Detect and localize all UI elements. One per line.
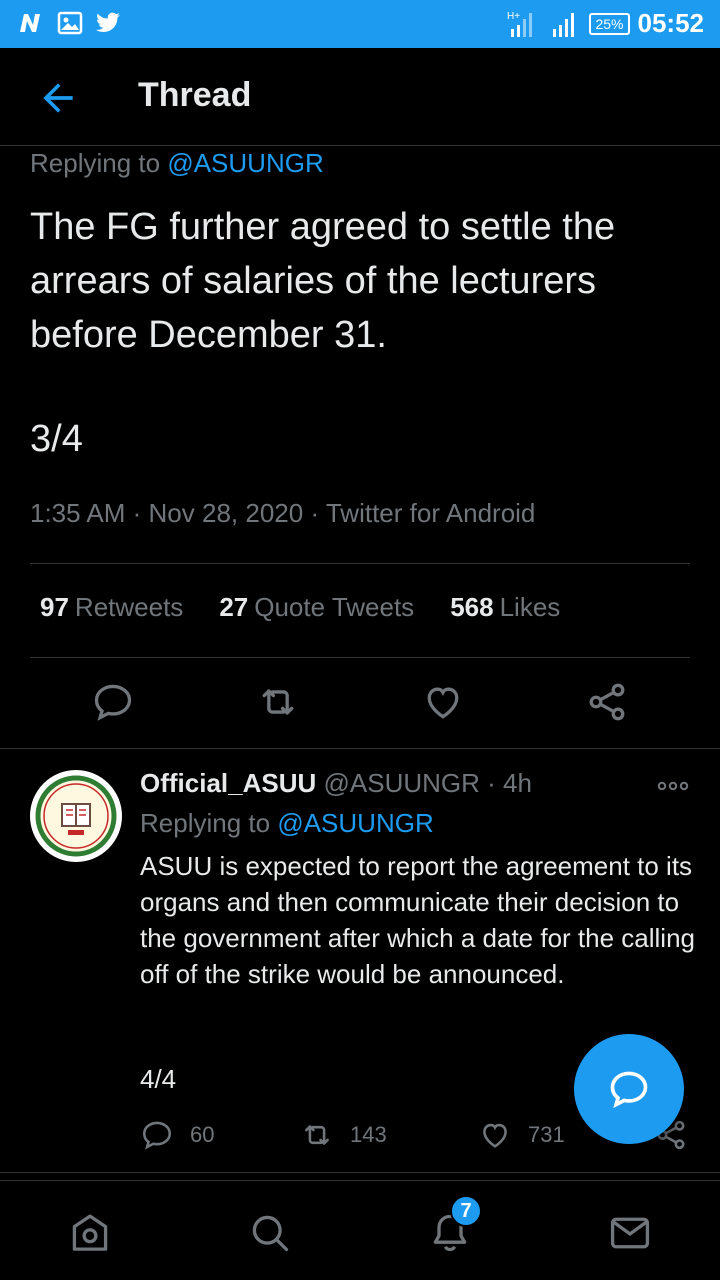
replying-to-line: Replying to @ASUUNGR (30, 148, 324, 179)
tweet-age: 4h (503, 768, 532, 798)
thread-index: 4/4 (140, 1064, 177, 1094)
like-heart-icon[interactable] (421, 680, 465, 724)
clock: 05:52 (637, 8, 705, 38)
battery-indicator: 25% (589, 12, 630, 35)
quote-tweets-stat[interactable]: 27 Quote Tweets (219, 592, 414, 623)
quotes-label: Quote Tweets (254, 592, 415, 622)
retweet-action[interactable]: 143 (300, 1118, 387, 1152)
reply-icon (142, 1121, 172, 1150)
tweet-time[interactable]: 1:35 AM (30, 498, 125, 528)
compose-reply-button[interactable] (574, 1034, 684, 1144)
tweet-actions (0, 680, 720, 730)
replying-prefix: Replying to (140, 808, 271, 838)
notifications-badge: 7 (450, 1195, 482, 1227)
divider (0, 748, 720, 749)
author-handle[interactable]: @ASUUNGR (324, 768, 480, 798)
compose-bubble-icon (610, 1071, 648, 1109)
likes-stat[interactable]: 568 Likes (450, 592, 560, 623)
reply-header: Official_ASUU @ASUUNGR · 4h (140, 768, 532, 799)
bottom-nav: 7 (0, 1180, 720, 1280)
like-heart-icon (483, 1123, 507, 1148)
replying-handle-link[interactable]: @ASUUNGR (277, 808, 433, 838)
replying-prefix: Replying to (30, 148, 161, 178)
reply-tweet-text: ASUU is expected to report the agreement… (140, 851, 695, 989)
status-bar-left (16, 10, 122, 36)
thread-index: 3/4 (30, 418, 83, 460)
likes-count: 568 (450, 592, 494, 622)
divider (0, 1172, 720, 1173)
image-icon (57, 11, 83, 35)
meta-separator: · (310, 498, 326, 528)
reply-icon[interactable] (91, 680, 135, 724)
retweets-stat[interactable]: 97 Retweets (40, 592, 183, 623)
tweet-date[interactable]: Nov 28, 2020 (149, 498, 304, 528)
page-title: Thread (138, 76, 252, 114)
status-bar: H+ 25% 05:52 (0, 0, 720, 48)
more-options-icon[interactable] (656, 776, 690, 796)
replying-to-line: Replying to @ASUUNGR (140, 808, 434, 839)
tweet-text: The FG further agreed to settle the arre… (30, 206, 616, 356)
signal-icon-2 (553, 12, 575, 37)
reply-count: 60 (190, 1122, 215, 1147)
like-count: 731 (528, 1122, 565, 1147)
tweet-meta: 1:35 AM · Nov 28, 2020 · Twitter for And… (30, 498, 535, 529)
divider (30, 657, 690, 658)
home-icon[interactable] (68, 1211, 112, 1255)
retweets-label: Retweets (74, 592, 184, 622)
asuu-logo-icon (32, 772, 120, 860)
svg-text:H+: H+ (507, 11, 520, 22)
twitter-bird-icon (96, 12, 120, 32)
likes-label: Likes (499, 592, 561, 622)
messages-envelope-icon[interactable] (608, 1211, 652, 1255)
retweet-count: 143 (350, 1122, 387, 1147)
avatar[interactable] (30, 770, 122, 862)
share-icon[interactable] (585, 680, 629, 724)
tweet-stats: 97 Retweets 27 Quote Tweets 568 Likes (40, 592, 560, 623)
like-action[interactable]: 731 (478, 1118, 565, 1152)
quotes-count: 27 (219, 592, 249, 622)
replying-handle-link[interactable]: @ASUUNGR (167, 148, 323, 178)
retweet-icon (305, 1125, 329, 1145)
divider (30, 563, 690, 564)
status-bar-right: H+ 25% 05:52 (507, 8, 704, 39)
tweet-source[interactable]: Twitter for Android (326, 498, 536, 528)
retweet-icon[interactable] (256, 680, 300, 724)
search-icon[interactable] (248, 1211, 292, 1255)
reply-action[interactable]: 60 (140, 1118, 214, 1152)
thread-header: Thread (0, 48, 720, 146)
meta-separator: · (487, 768, 504, 798)
retweets-count: 97 (40, 592, 69, 622)
signal-icon: H+ (507, 11, 533, 37)
n-logo-icon (20, 14, 40, 32)
meta-separator: · (132, 498, 149, 528)
author-name[interactable]: Official_ASUU (140, 768, 316, 798)
back-arrow-icon[interactable] (36, 76, 80, 120)
